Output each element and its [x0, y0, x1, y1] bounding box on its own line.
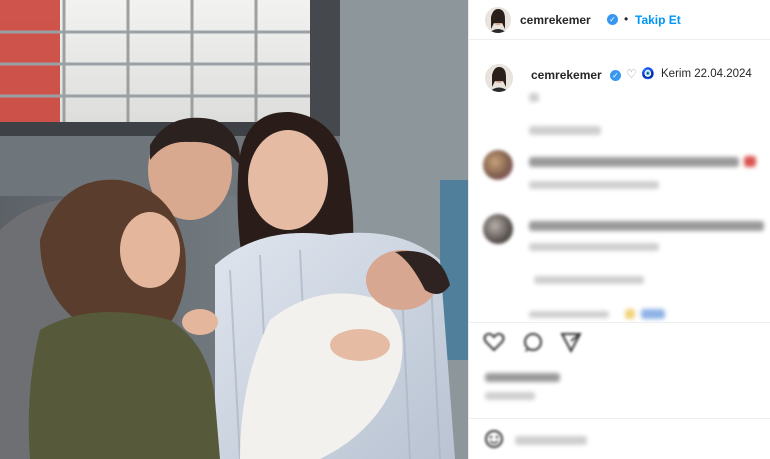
blurred-comment-text [529, 221, 764, 231]
blurred-comment-meta [529, 243, 659, 251]
blurred-comment-text [529, 311, 609, 318]
comment-avatar[interactable] [483, 150, 513, 180]
verified-badge-icon: ✓ [607, 14, 618, 25]
emoji-icon[interactable] [483, 428, 505, 450]
blurred-emoji [625, 309, 635, 319]
heart-emoji: ♡ [626, 67, 637, 81]
heart-icon[interactable] [483, 331, 505, 353]
blurred-emoji [641, 309, 665, 319]
comment-box-divider [469, 418, 770, 419]
evil-eye-emoji: 🧿 [641, 68, 655, 80]
comment-avatar[interactable] [483, 214, 513, 244]
comment-icon[interactable] [522, 331, 544, 353]
blurred-post-date [485, 392, 535, 400]
blurred-caption-meta [529, 126, 601, 135]
blurred-likes-count[interactable] [485, 373, 560, 382]
blurred-emoji [744, 156, 756, 167]
blurred-view-replies[interactable] [534, 276, 644, 284]
caption-author-avatar[interactable] [485, 64, 513, 92]
author-avatar[interactable] [485, 7, 511, 33]
family-photo-illustration [0, 0, 468, 459]
caption-text: Kerim 22.04.2024 [661, 68, 752, 80]
author-username[interactable]: cemrekemer [520, 13, 591, 27]
blurred-comment-meta [529, 181, 659, 189]
post-photo [0, 0, 468, 459]
caption-username[interactable]: cemrekemer [531, 68, 602, 82]
header-separator: • [624, 12, 629, 26]
actions-divider [469, 322, 770, 323]
blurred-comment-input[interactable] [515, 436, 587, 445]
caption-verified-badge-icon: ✓ [610, 70, 621, 81]
blurred-caption-line [529, 93, 539, 102]
post-header: cemrekemer ✓ • Takip Et [469, 0, 770, 40]
blurred-comment-text [529, 157, 739, 167]
share-icon[interactable] [560, 331, 582, 354]
follow-button[interactable]: Takip Et [635, 13, 681, 27]
post-side-panel: cemrekemer ✓ • Takip Et cemrekemer ✓ ♡ 🧿… [468, 0, 770, 459]
